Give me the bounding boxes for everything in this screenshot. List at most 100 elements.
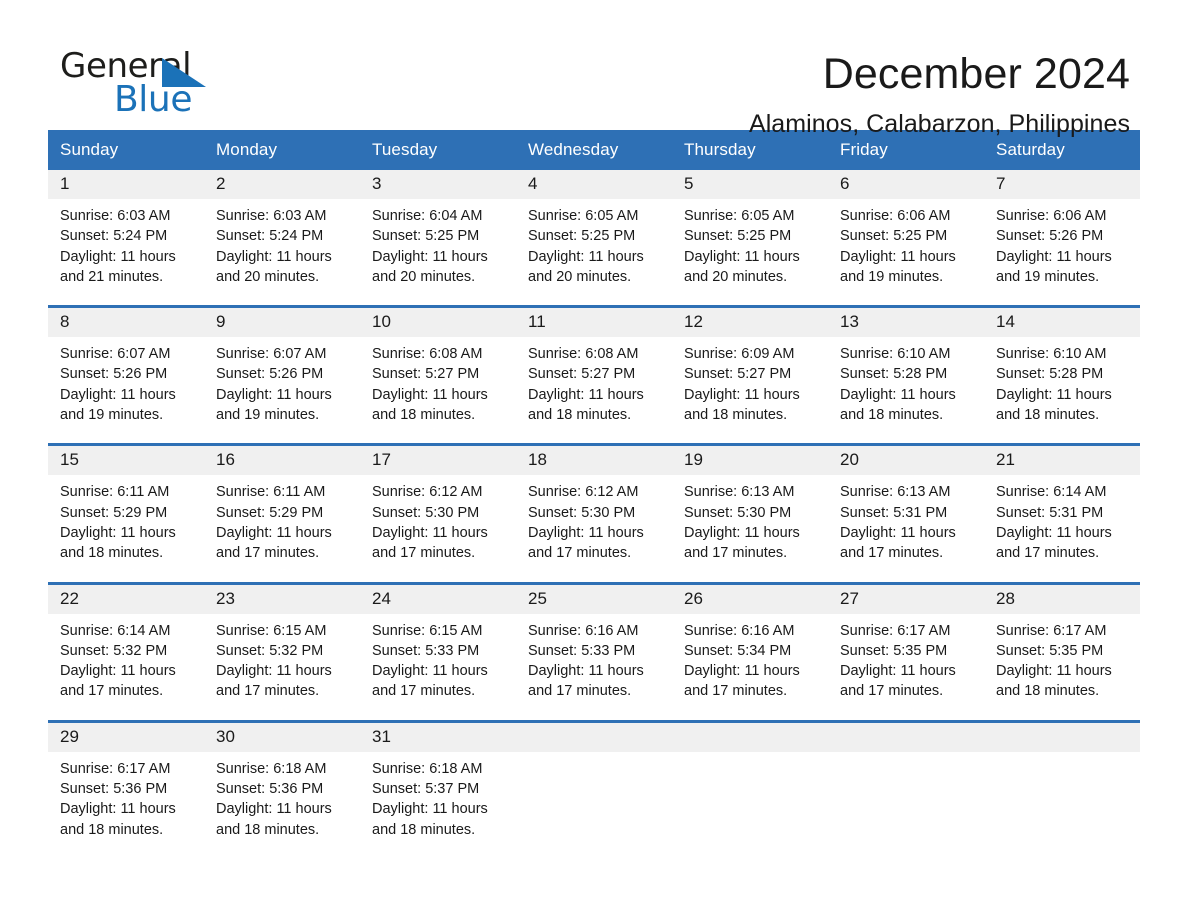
- day-number[interactable]: 4: [516, 170, 672, 199]
- day-daylight-line1-text: Daylight: 11 hours: [216, 524, 332, 541]
- day-number[interactable]: 31: [360, 722, 516, 752]
- day-cell[interactable]: Sunrise: 6:10 AM Sunset: 5:28 PM Daylight:…: [984, 337, 1140, 444]
- day-number[interactable]: 27: [828, 584, 984, 614]
- day-cell[interactable]: Sunrise: 6:06 AM Sunset: 5:25 PM Daylight:…: [828, 199, 984, 306]
- day-sunset-text: Sunset: 5:24 PM: [60, 228, 168, 245]
- day-cell[interactable]: Sunrise: 6:16 AM Sunset: 5:33 PM Daylight:…: [516, 613, 672, 720]
- day-daylight-line2-text: and 18 minutes.: [60, 821, 164, 838]
- day-number[interactable]: 24: [360, 584, 516, 614]
- day-sunrise-text: Sunrise: 6:16 AM: [528, 622, 639, 639]
- day-daylight-line2-text: and 18 minutes.: [372, 407, 476, 424]
- day-daylight-line2-text: and 21 minutes.: [60, 268, 164, 285]
- day-daylight-line1-text: Daylight: 11 hours: [60, 248, 176, 265]
- day-number[interactable]: 14: [984, 308, 1140, 338]
- day-cell[interactable]: Sunrise: 6:14 AM Sunset: 5:32 PM Daylight:…: [48, 613, 204, 720]
- day-daylight-line1-text: Daylight: 11 hours: [216, 248, 332, 265]
- day-number[interactable]: 2: [204, 170, 360, 199]
- day-daylight-line2-text: and 17 minutes.: [216, 545, 320, 562]
- day-cell[interactable]: Sunrise: 6:06 AM Sunset: 5:26 PM Daylight:…: [984, 199, 1140, 306]
- day-daylight-line2-text: and 17 minutes.: [840, 545, 944, 562]
- day-daylight-line1-text: Daylight: 11 hours: [528, 524, 644, 541]
- day-number[interactable]: 23: [204, 584, 360, 614]
- day-sunrise-text: Sunrise: 6:03 AM: [60, 208, 171, 224]
- day-daylight-line2-text: and 19 minutes.: [60, 407, 164, 424]
- day-number[interactable]: 17: [360, 446, 516, 476]
- day-daylight-line2-text: and 18 minutes.: [840, 407, 944, 424]
- day-number[interactable]: 15: [48, 446, 204, 476]
- day-cell[interactable]: Sunrise: 6:07 AM Sunset: 5:26 PM Daylight:…: [48, 337, 204, 444]
- day-number[interactable]: 7: [984, 170, 1140, 199]
- day-number[interactable]: 13: [828, 308, 984, 338]
- day-cell[interactable]: Sunrise: 6:08 AM Sunset: 5:27 PM Daylight:…: [516, 337, 672, 444]
- day-number[interactable]: 16: [204, 446, 360, 476]
- day-number[interactable]: 29: [48, 722, 204, 752]
- day-number[interactable]: 20: [828, 446, 984, 476]
- day-cell[interactable]: Sunrise: 6:18 AM Sunset: 5:36 PM Daylight:…: [204, 751, 360, 858]
- day-cell[interactable]: Sunrise: 6:14 AM Sunset: 5:31 PM Daylight:…: [984, 475, 1140, 582]
- day-cell[interactable]: Sunrise: 6:03 AM Sunset: 5:24 PM Daylight:…: [48, 199, 204, 306]
- day-sunset-text: Sunset: 5:25 PM: [840, 228, 948, 245]
- day-sunrise-text: Sunrise: 6:12 AM: [528, 484, 639, 501]
- day-daylight-line2-text: and 17 minutes.: [372, 545, 476, 562]
- day-sunset-text: Sunset: 5:29 PM: [216, 504, 324, 521]
- day-cell[interactable]: Sunrise: 6:09 AM Sunset: 5:27 PM Daylight:…: [672, 337, 828, 444]
- day-number[interactable]: 12: [672, 308, 828, 338]
- day-cell[interactable]: Sunrise: 6:15 AM Sunset: 5:33 PM Daylight:…: [360, 613, 516, 720]
- day-daylight-line1-text: Daylight: 11 hours: [840, 248, 956, 265]
- day-number[interactable]: 26: [672, 584, 828, 614]
- day-cell[interactable]: Sunrise: 6:12 AM Sunset: 5:30 PM Daylight:…: [516, 475, 672, 582]
- day-number[interactable]: 9: [204, 308, 360, 338]
- day-cell[interactable]: Sunrise: 6:15 AM Sunset: 5:32 PM Daylight:…: [204, 613, 360, 720]
- day-cell[interactable]: Sunrise: 6:04 AM Sunset: 5:25 PM Daylight:…: [360, 199, 516, 306]
- day-cell[interactable]: Sunrise: 6:18 AM Sunset: 5:37 PM Daylight:…: [360, 751, 516, 858]
- day-cell[interactable]: Sunrise: 6:17 AM Sunset: 5:35 PM Daylight:…: [828, 613, 984, 720]
- day-number[interactable]: 3: [360, 170, 516, 199]
- day-cell[interactable]: Sunrise: 6:11 AM Sunset: 5:29 PM Daylight:…: [204, 475, 360, 582]
- day-daylight-line2-text: and 17 minutes.: [528, 545, 632, 562]
- day-cell[interactable]: Sunrise: 6:05 AM Sunset: 5:25 PM Daylight:…: [672, 199, 828, 306]
- day-sunset-text: Sunset: 5:28 PM: [840, 366, 948, 383]
- day-daylight-line2-text: and 17 minutes.: [216, 683, 320, 700]
- day-number[interactable]: 30: [204, 722, 360, 752]
- day-cell[interactable]: Sunrise: 6:17 AM Sunset: 5:36 PM Daylight:…: [48, 751, 204, 858]
- day-cell[interactable]: Sunrise: 6:05 AM Sunset: 5:25 PM Daylight:…: [516, 199, 672, 306]
- day-number[interactable]: 28: [984, 584, 1140, 614]
- day-cell[interactable]: Sunrise: 6:13 AM Sunset: 5:30 PM Daylight:…: [672, 475, 828, 582]
- day-number[interactable]: 1: [48, 170, 204, 199]
- day-number[interactable]: 22: [48, 584, 204, 614]
- day-number[interactable]: 8: [48, 308, 204, 338]
- day-number[interactable]: 18: [516, 446, 672, 476]
- day-cell[interactable]: Sunrise: 6:03 AM Sunset: 5:24 PM Daylight:…: [204, 199, 360, 306]
- day-number[interactable]: 19: [672, 446, 828, 476]
- day-daylight-line1-text: Daylight: 11 hours: [528, 386, 644, 403]
- day-daylight-line1-text: Daylight: 11 hours: [60, 524, 176, 541]
- week-date-row: 8 9 10 11 12 13 14: [48, 308, 1140, 338]
- day-number[interactable]: 5: [672, 170, 828, 199]
- day-sunrise-text: Sunrise: 6:15 AM: [372, 622, 483, 639]
- day-cell[interactable]: Sunrise: 6:08 AM Sunset: 5:27 PM Daylight:…: [360, 337, 516, 444]
- day-sunrise-text: Sunrise: 6:03 AM: [216, 208, 327, 224]
- calendar-body: 1 2 3 4 5 6 7 Sunrise: 6:03 AM Sunset: 5:24 PM Da…: [48, 170, 1140, 858]
- day-number[interactable]: 25: [516, 584, 672, 614]
- day-sunset-text: Sunset: 5:30 PM: [684, 504, 792, 521]
- day-number[interactable]: 6: [828, 170, 984, 199]
- day-daylight-line1-text: Daylight: 11 hours: [60, 386, 176, 403]
- day-number[interactable]: 11: [516, 308, 672, 338]
- page-subtitle: Alaminos, Calabarzon, Philippines: [748, 110, 1130, 138]
- day-cell[interactable]: Sunrise: 6:07 AM Sunset: 5:26 PM Daylight:…: [204, 337, 360, 444]
- day-cell[interactable]: Sunrise: 6:16 AM Sunset: 5:34 PM Daylight:…: [672, 613, 828, 720]
- day-number-empty: [672, 722, 828, 752]
- day-daylight-line2-text: and 20 minutes.: [528, 268, 632, 285]
- day-daylight-line1-text: Daylight: 11 hours: [840, 386, 956, 403]
- day-sunrise-text: Sunrise: 6:08 AM: [372, 346, 483, 363]
- day-number[interactable]: 10: [360, 308, 516, 338]
- day-sunset-text: Sunset: 5:34 PM: [684, 642, 792, 659]
- day-cell[interactable]: Sunrise: 6:17 AM Sunset: 5:35 PM Daylight:…: [984, 613, 1140, 720]
- day-daylight-line1-text: Daylight: 11 hours: [528, 248, 644, 265]
- day-cell[interactable]: Sunrise: 6:12 AM Sunset: 5:30 PM Daylight:…: [360, 475, 516, 582]
- day-number[interactable]: 21: [984, 446, 1140, 476]
- day-cell[interactable]: Sunrise: 6:13 AM Sunset: 5:31 PM Daylight:…: [828, 475, 984, 582]
- day-cell[interactable]: Sunrise: 6:11 AM Sunset: 5:29 PM Daylight:…: [48, 475, 204, 582]
- day-cell[interactable]: Sunrise: 6:10 AM Sunset: 5:28 PM Daylight:…: [828, 337, 984, 444]
- day-daylight-line1-text: Daylight: 11 hours: [372, 801, 488, 818]
